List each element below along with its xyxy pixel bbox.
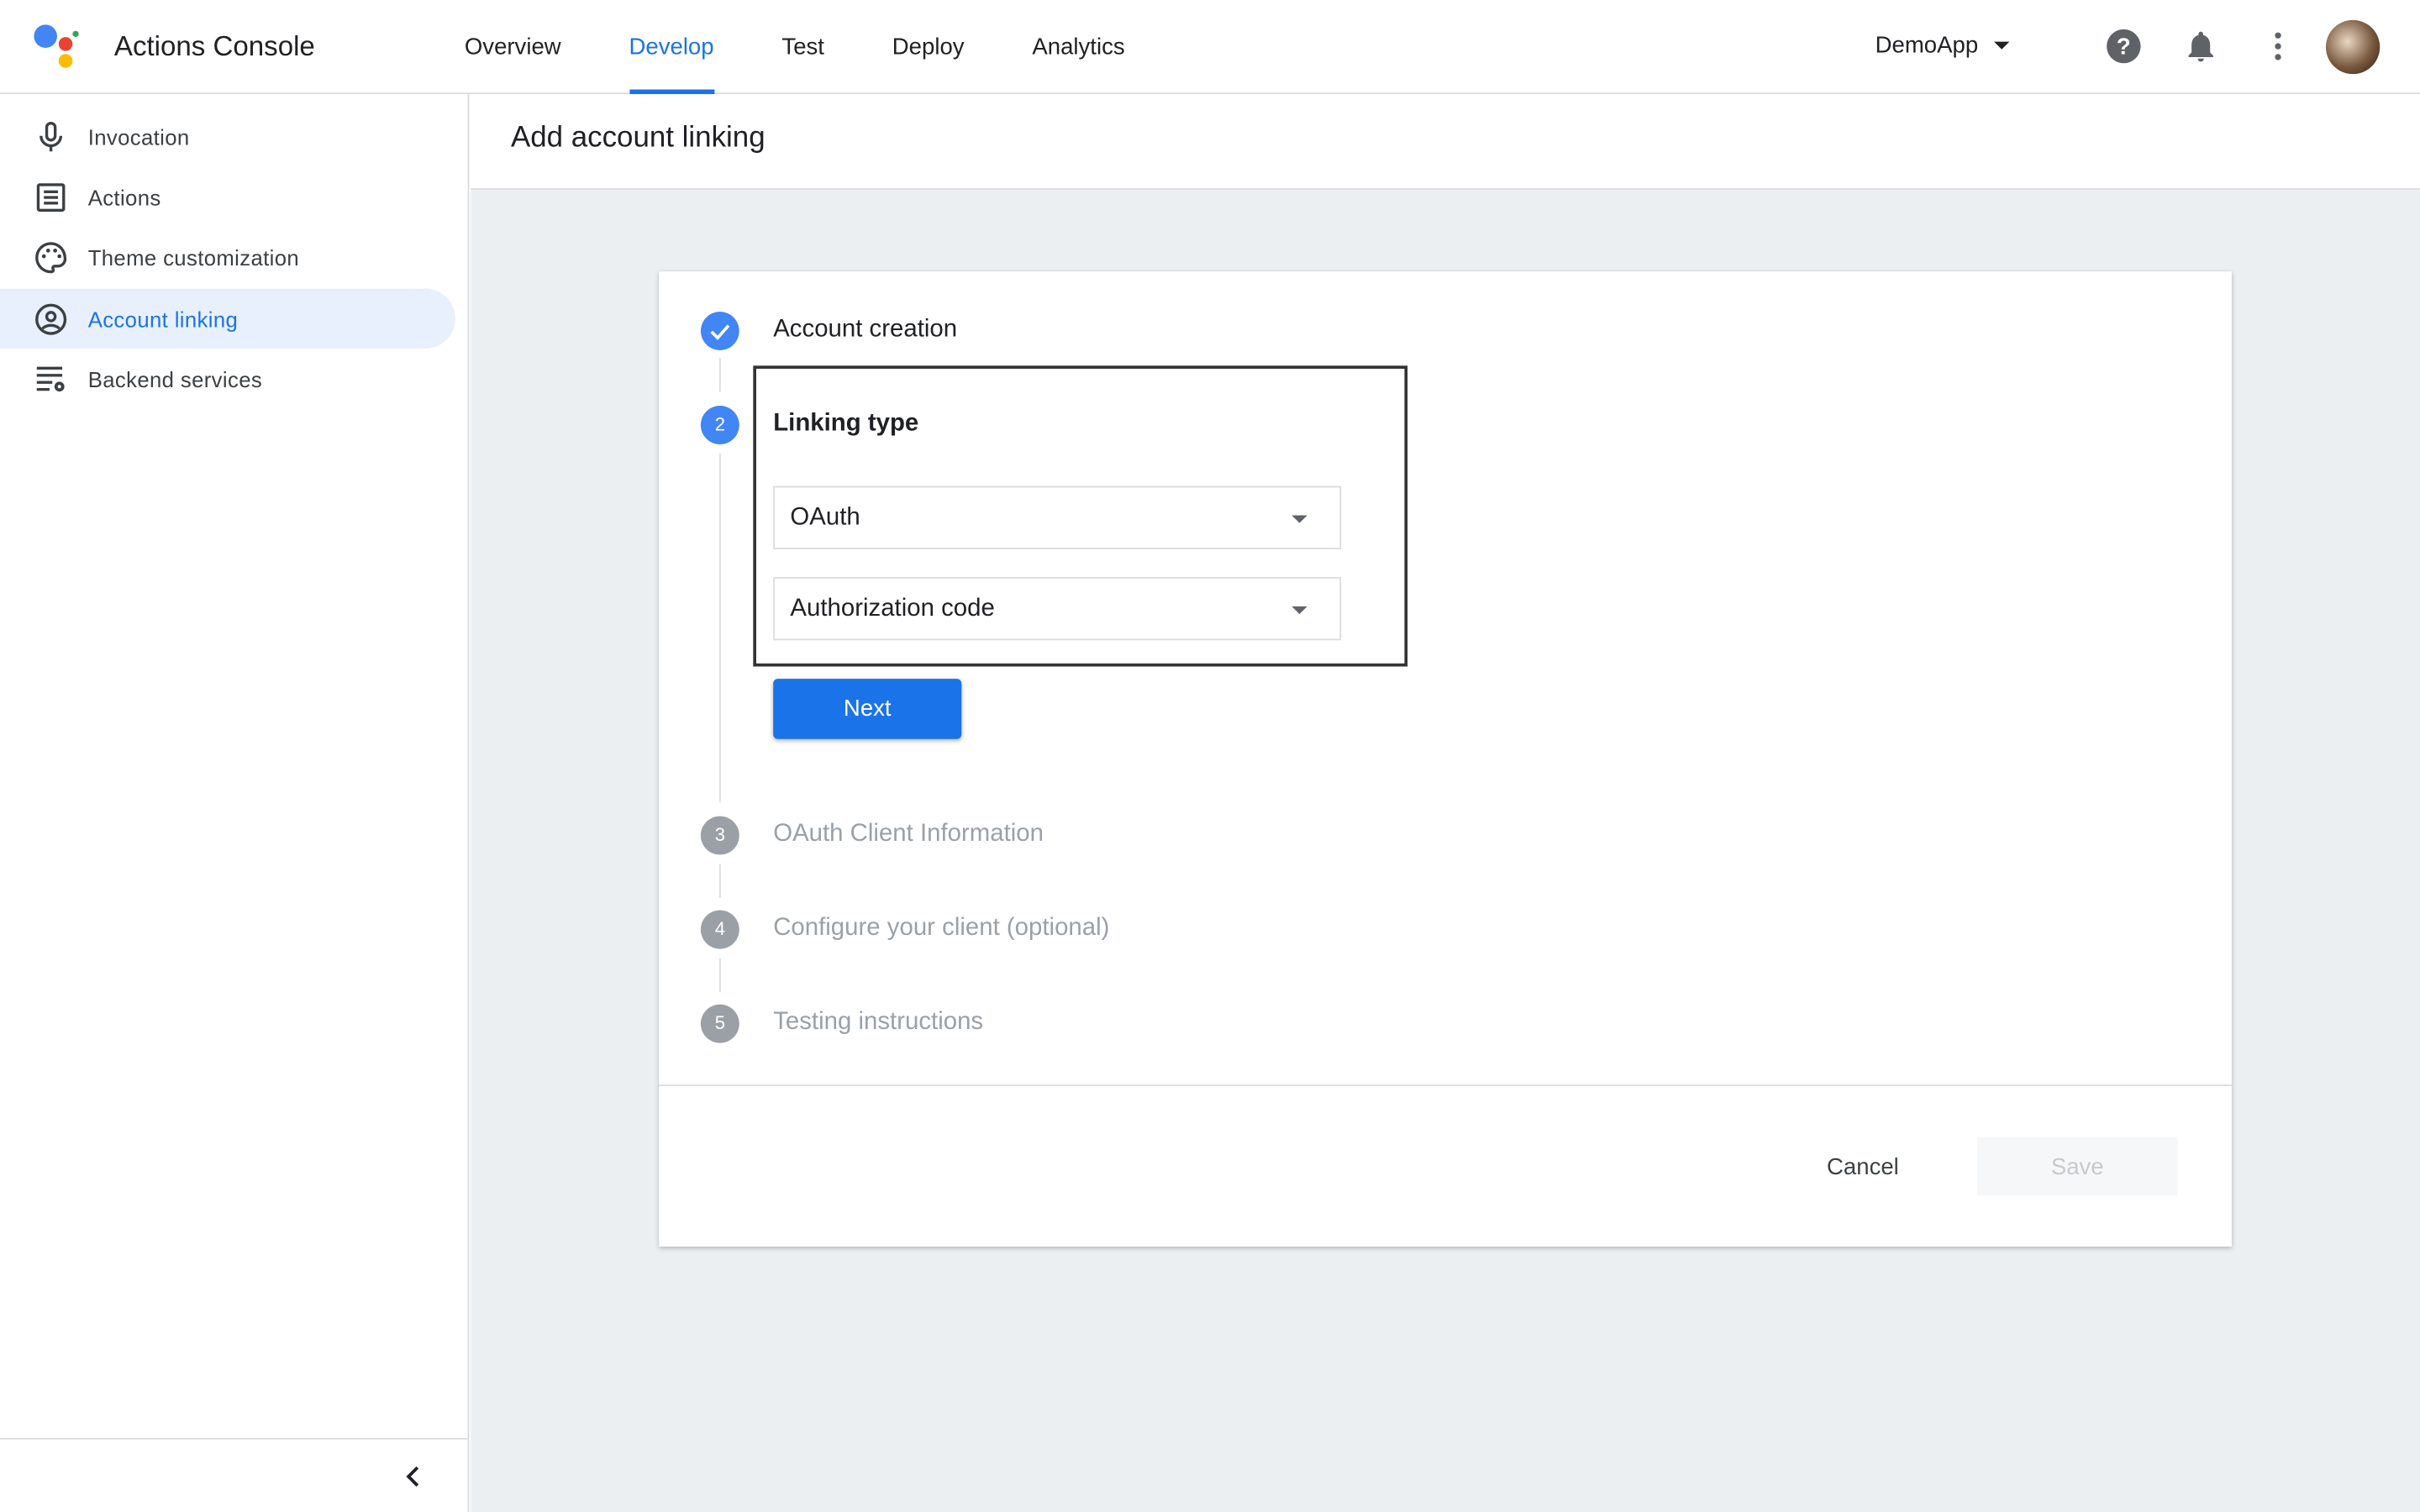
step-connector (718, 358, 721, 392)
sidebar-item-actions[interactable]: Actions (0, 166, 455, 227)
sidebar-item-label: Invocation (87, 123, 190, 150)
linking-type-value: OAuth (790, 504, 860, 531)
cancel-button[interactable]: Cancel (1798, 1137, 1928, 1196)
next-button[interactable]: Next (773, 679, 962, 739)
step-5-title: Testing instructions (773, 1009, 984, 1036)
divider (659, 1084, 2232, 1087)
project-name: DemoApp (1875, 32, 1979, 59)
sidebar-item-label: Backend services (87, 366, 263, 391)
step-3-number: 3 (700, 816, 739, 855)
step-4-title: Configure your client (optional) (773, 915, 1110, 942)
tab-analytics[interactable]: Analytics (1032, 0, 1124, 94)
chevron-left-icon[interactable] (398, 1461, 429, 1492)
sidebar-footer (0, 1437, 468, 1512)
step-3-title: OAuth Client Information (773, 821, 1044, 848)
sidebar-item-account-linking[interactable]: Account linking (0, 288, 455, 349)
account-linking-card: Account creation 2 Linking type OAuth Au… (659, 271, 2232, 1247)
page-title: Add account linking (510, 122, 765, 155)
top-bar: Actions Console Overview Develop Test De… (0, 0, 2420, 95)
sidebar-item-theme-customization[interactable]: Theme customization (0, 227, 455, 287)
palette-icon (35, 241, 67, 273)
mic-icon (39, 121, 63, 151)
linking-type-select[interactable]: OAuth (773, 486, 1342, 549)
sidebar: Invocation Actions Theme customization A… (0, 94, 470, 1512)
account-circle-icon (35, 302, 67, 334)
sidebar-item-label: Actions (87, 184, 161, 209)
chevron-down-icon (1993, 41, 2009, 50)
sidebar-item-backend-services[interactable]: Backend services (0, 349, 455, 409)
more-vert-icon[interactable] (2260, 28, 2296, 65)
main-nav: Overview Develop Test Deploy Analytics (465, 0, 1193, 95)
step-2-number: 2 (700, 406, 739, 444)
list-icon (36, 182, 66, 212)
step-4-number: 4 (700, 910, 739, 949)
grant-type-select[interactable]: Authorization code (773, 576, 1342, 641)
help-icon[interactable]: ? (2105, 28, 2142, 65)
assistant-logo (34, 24, 80, 68)
app-title: Actions Console (113, 30, 315, 62)
settings-list-icon (36, 365, 65, 391)
step-connector (718, 958, 721, 993)
step-connector (718, 454, 721, 803)
tab-deploy[interactable]: Deploy (892, 0, 965, 94)
save-button[interactable]: Save (1976, 1137, 2178, 1196)
tab-overview[interactable]: Overview (465, 0, 561, 94)
svg-text:?: ? (2117, 33, 2131, 59)
step-5-number: 5 (700, 1004, 739, 1043)
step-connector (718, 864, 721, 898)
tab-develop[interactable]: Develop (629, 0, 714, 95)
project-selector[interactable]: DemoApp (1876, 33, 2009, 59)
check-circle-icon (700, 312, 739, 350)
avatar[interactable] (2325, 19, 2381, 75)
dropdown-arrow-icon (1292, 515, 1307, 523)
page-header: Add account linking (471, 94, 2420, 190)
grant-type-value: Authorization code (790, 595, 995, 622)
step-1-title: Account creation (773, 316, 958, 343)
sidebar-item-label: Account linking (87, 306, 239, 331)
tab-test[interactable]: Test (781, 0, 824, 94)
sidebar-item-label: Theme customization (87, 244, 300, 270)
bell-icon[interactable] (2182, 28, 2219, 65)
sidebar-item-invocation[interactable]: Invocation (0, 107, 455, 167)
dropdown-arrow-icon (1292, 606, 1307, 615)
main-content: Add account linking Account creation 2 L… (471, 94, 2420, 1512)
